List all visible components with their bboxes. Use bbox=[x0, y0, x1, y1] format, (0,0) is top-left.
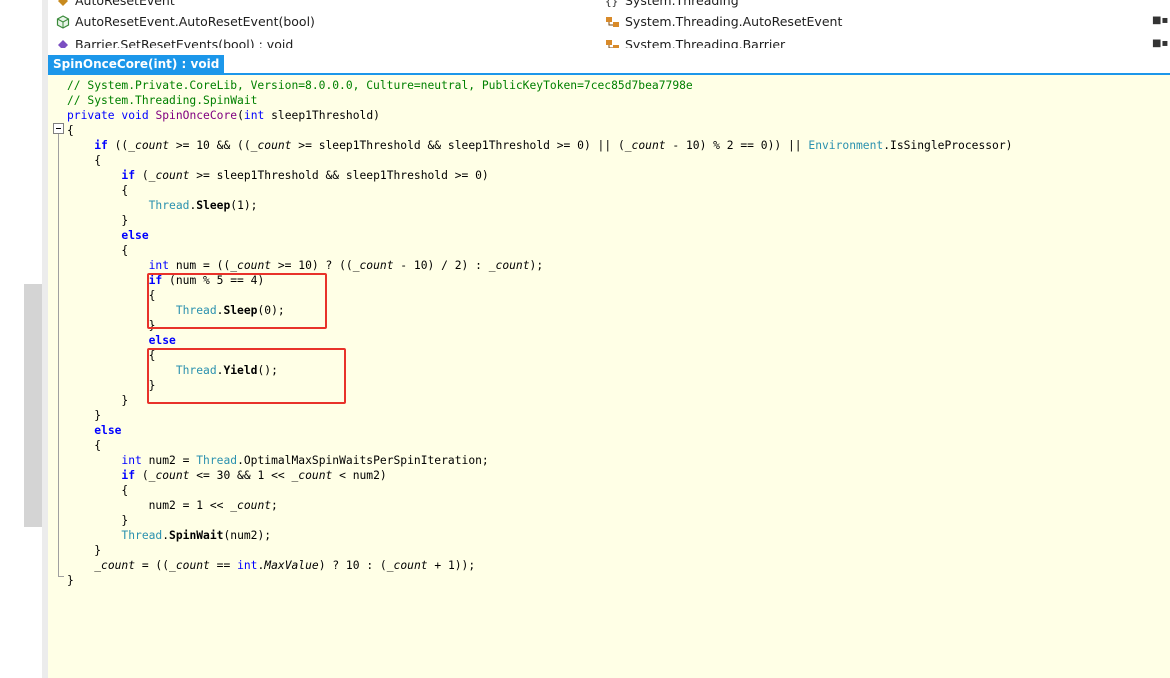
code-line: } bbox=[67, 318, 155, 333]
code-line: { bbox=[67, 123, 74, 138]
code-line: { bbox=[67, 348, 155, 363]
list-item-location: System.Threading.AutoResetEvent bbox=[625, 14, 842, 29]
search-results-list: AutoResetEvent {} System.Threading AutoR… bbox=[48, 0, 1170, 48]
code-line: if (_count <= 30 && 1 << _count < num2) bbox=[67, 468, 387, 483]
code-line: // System.Private.CoreLib, Version=8.0.0… bbox=[67, 78, 693, 93]
event-icon bbox=[56, 0, 70, 8]
code-line: _count = ((_count == int.MaxValue) ? 10 … bbox=[67, 558, 475, 573]
code-line: if ((_count >= 10 && ((_count >= sleep1T… bbox=[67, 138, 1012, 153]
code-line: } bbox=[67, 213, 128, 228]
code-line: // System.Threading.SpinWait bbox=[67, 93, 257, 108]
code-line: { bbox=[67, 153, 101, 168]
comment: // System.Threading.SpinWait bbox=[67, 94, 257, 107]
highlight-box-sleep bbox=[147, 273, 327, 329]
comment: // System.Private.CoreLib, Version=8.0.0… bbox=[67, 79, 693, 92]
list-item-location: System.Threading bbox=[625, 0, 739, 8]
code-line: { bbox=[67, 438, 101, 453]
code-line: private void SpinOnceCore(int sleep1Thre… bbox=[67, 108, 380, 123]
outline-end bbox=[58, 576, 64, 577]
svg-text:{}: {} bbox=[605, 0, 618, 8]
code-line: if (_count >= sleep1Threshold && sleep1T… bbox=[67, 168, 489, 183]
list-item[interactable]: AutoResetEvent.AutoResetEvent(bool) Syst… bbox=[48, 11, 1170, 33]
vertical-scrollbar-thumb[interactable] bbox=[24, 284, 42, 527]
list-item-location: System.Threading.Barrier bbox=[625, 37, 785, 48]
code-line: } bbox=[67, 543, 101, 558]
class-icon bbox=[605, 15, 621, 29]
code-line: { bbox=[67, 243, 128, 258]
code-line: else bbox=[67, 423, 121, 438]
list-item-label: Barrier.SetResetEvents(bool) : void bbox=[75, 37, 293, 48]
code-line: } bbox=[67, 393, 128, 408]
code-line: { bbox=[67, 483, 128, 498]
code-line: int num2 = Thread.OptimalMaxSpinWaitsPer… bbox=[67, 453, 489, 468]
method-icon bbox=[56, 38, 70, 48]
code-line: { bbox=[67, 183, 128, 198]
code-line: { bbox=[67, 288, 155, 303]
code-line: } bbox=[67, 513, 128, 528]
code-line: } bbox=[67, 378, 155, 393]
code-line: Thread.SpinWait(num2); bbox=[67, 528, 271, 543]
collapse-icon[interactable] bbox=[53, 123, 64, 134]
list-item[interactable]: Barrier.SetResetEvents(bool) : void Syst… bbox=[48, 34, 1170, 48]
code-line: else bbox=[67, 228, 149, 243]
method-name[interactable]: SpinOnceCore bbox=[155, 109, 237, 122]
list-item-label: AutoResetEvent bbox=[75, 0, 175, 8]
highlight-box-yield bbox=[147, 348, 346, 404]
left-gutter bbox=[0, 0, 24, 678]
document-tab[interactable]: SpinOnceCore(int) : void bbox=[48, 55, 224, 74]
code-line: int num = ((_count >= 10) ? ((_count - 1… bbox=[67, 258, 543, 273]
code-line: } bbox=[67, 573, 74, 588]
code-line: num2 = 1 << _count; bbox=[67, 498, 278, 513]
method-cube-icon bbox=[56, 15, 70, 29]
item-type-icon: ■▪ bbox=[1152, 38, 1168, 48]
outline-line bbox=[58, 134, 59, 577]
class-icon bbox=[605, 38, 621, 48]
item-type-icon: ■▪ bbox=[1152, 15, 1168, 26]
code-line: Thread.Sleep(1); bbox=[67, 198, 257, 213]
list-item-label: AutoResetEvent.AutoResetEvent(bool) bbox=[75, 14, 315, 29]
code-line: else bbox=[67, 333, 176, 348]
namespace-icon: {} bbox=[605, 0, 621, 8]
code-line: } bbox=[67, 408, 101, 423]
